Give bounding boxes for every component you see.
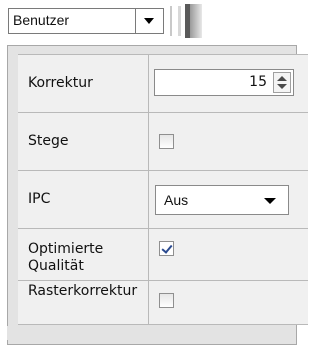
property-row-optimierte-qualitaet: Optimierte Qualität: [18, 228, 308, 287]
splitter-shade: [190, 4, 202, 38]
property-row-korrektur: Korrektur 15: [18, 54, 308, 113]
property-label: Rasterkorrektur: [18, 281, 149, 324]
chevron-down-icon[interactable]: [264, 198, 276, 204]
stege-checkbox[interactable]: [159, 134, 174, 149]
divider: [178, 6, 181, 36]
korrektur-spinner[interactable]: 15: [154, 69, 294, 96]
mode-dropdown-value: Benutzer: [13, 12, 70, 28]
ipc-dropdown[interactable]: Aus: [155, 185, 289, 215]
spinner-up-icon[interactable]: [277, 76, 287, 81]
rasterkorrektur-checkbox[interactable]: [159, 293, 174, 308]
property-panel: Korrektur 15 Stege IPC Aus Optimierte Qu…: [7, 45, 308, 345]
spinner-arrows-icon[interactable]: [273, 72, 291, 93]
chevron-down-icon[interactable]: [135, 9, 163, 33]
optimierte-qualitaet-checkbox[interactable]: [159, 241, 174, 256]
spinner-down-icon[interactable]: [277, 84, 287, 89]
property-row-ipc: IPC Aus: [18, 170, 308, 229]
ipc-dropdown-value: Aus: [164, 192, 189, 208]
property-row-rasterkorrektur: Rasterkorrektur: [18, 280, 308, 325]
property-label: Optimierte Qualität: [18, 229, 149, 286]
property-label: Korrektur: [18, 55, 149, 112]
property-label: IPC: [18, 171, 149, 228]
spinner-value[interactable]: 15: [249, 74, 267, 90]
panel-bottom-edge: [7, 326, 293, 340]
property-label: Stege: [18, 113, 149, 170]
mode-dropdown[interactable]: Benutzer: [8, 8, 164, 34]
property-row-stege: Stege: [18, 112, 308, 171]
divider: [170, 6, 172, 36]
